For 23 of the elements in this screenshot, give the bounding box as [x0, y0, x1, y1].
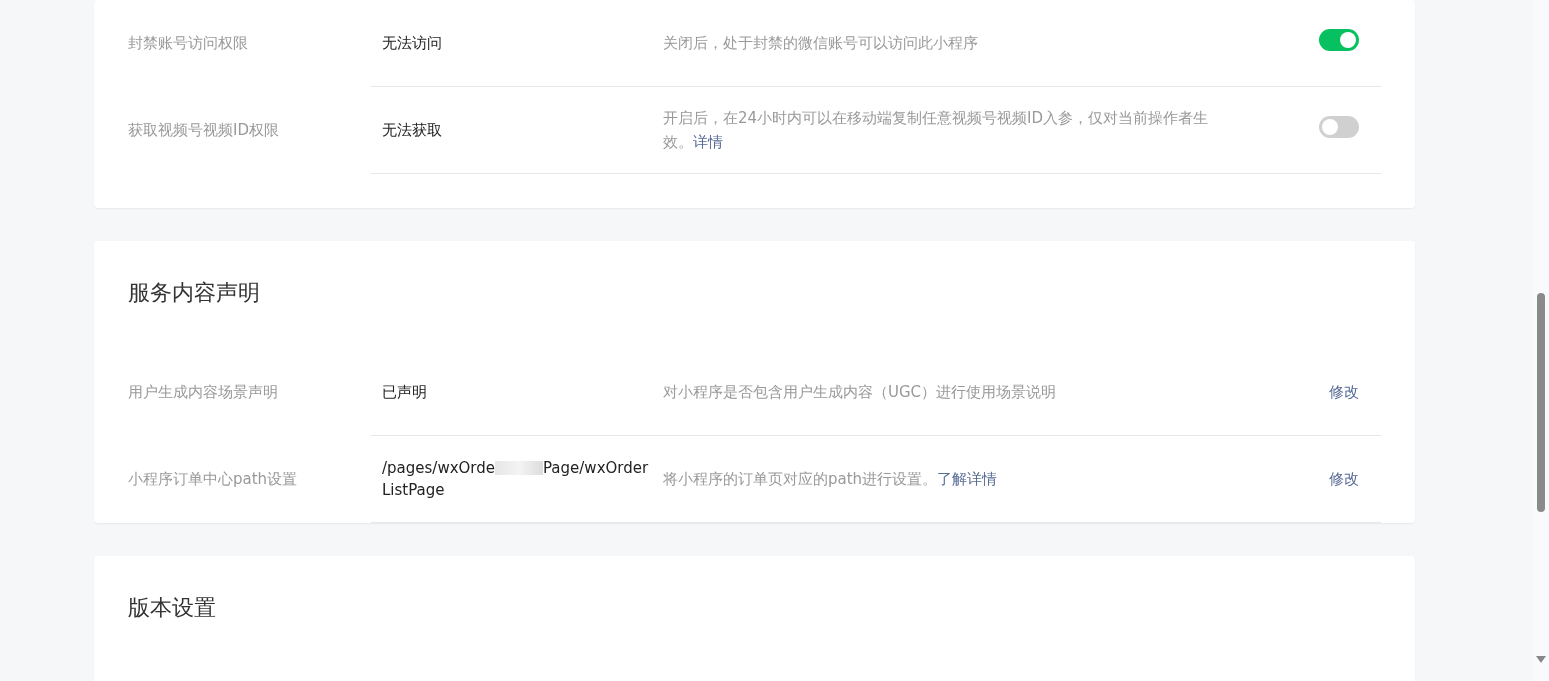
setting-value: /pages/wxOrde Page/wxOrderListPage — [382, 457, 650, 501]
setting-label: 小程序订单中心path设置 — [128, 469, 299, 491]
scroll-down-icon[interactable] — [1536, 656, 1546, 663]
setting-description: 开启后，在24小时内可以在移动端复制任意视频号视频ID入参，仅对当前操作者生效。详情 — [663, 108, 1210, 153]
setting-description: 将小程序的订单页对应的path进行设置。了解详情 — [663, 469, 999, 490]
setting-value: 无法访问 — [382, 32, 443, 54]
setting-description: 对小程序是否包含用户生成内容（UGC）进行使用场景说明 — [663, 382, 1058, 403]
section-title: 版本设置 — [128, 594, 217, 622]
setting-value: 无法获取 — [382, 119, 443, 141]
setting-label: 获取视频号视频ID权限 — [128, 120, 280, 142]
edit-link[interactable]: 修改 — [1329, 382, 1359, 401]
toggle-switch[interactable] — [1319, 115, 1359, 138]
toggle-switch[interactable] — [1319, 28, 1359, 51]
setting-label: 用户生成内容场景声明 — [128, 382, 279, 404]
redaction-mark — [495, 461, 543, 475]
setting-label: 封禁账号访问权限 — [128, 33, 249, 55]
section-title: 服务内容声明 — [128, 279, 261, 307]
edit-link[interactable]: 修改 — [1329, 469, 1359, 488]
details-link[interactable]: 了解详情 — [937, 470, 998, 488]
setting-description: 关闭后，处于封禁的微信账号可以访问此小程序 — [663, 33, 979, 54]
scrollbar-thumb[interactable] — [1537, 293, 1545, 512]
details-link[interactable]: 详情 — [693, 133, 723, 151]
setting-value: 已声明 — [382, 381, 428, 403]
